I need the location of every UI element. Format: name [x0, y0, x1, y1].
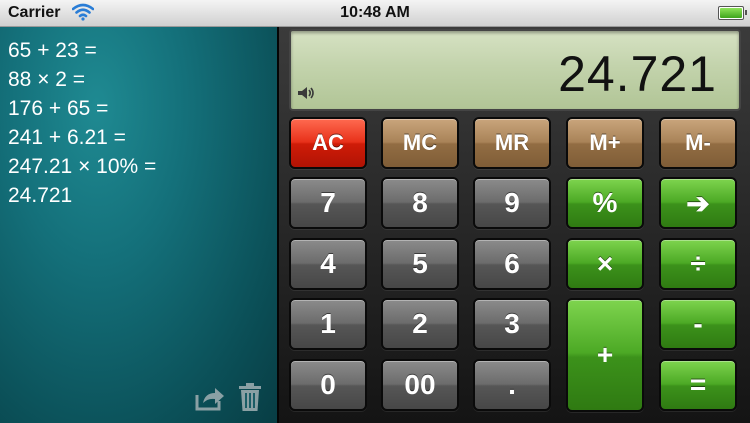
memory-subtract-button[interactable]: M-: [659, 117, 737, 169]
history-line: 65 + 23 =: [8, 39, 97, 62]
memory-clear-button[interactable]: MC: [381, 117, 459, 169]
status-time: 10:48 AM: [340, 4, 410, 21]
digit-3-button[interactable]: 3: [473, 298, 551, 350]
decimal-button[interactable]: .: [473, 359, 551, 411]
digit-7-button[interactable]: 7: [289, 177, 367, 229]
status-bar: Carrier 10:48 AM: [0, 0, 750, 27]
memory-add-button[interactable]: M+: [566, 117, 644, 169]
history-line: 241 + 6.21 =: [8, 126, 126, 149]
speaker-icon[interactable]: [297, 85, 315, 101]
digit-6-button[interactable]: 6: [473, 238, 551, 290]
digit-8-button[interactable]: 8: [381, 177, 459, 229]
trash-icon[interactable]: [238, 382, 262, 412]
memory-recall-button[interactable]: MR: [473, 117, 551, 169]
digit-2-button[interactable]: 2: [381, 298, 459, 350]
history-line: 176 + 65 =: [8, 97, 109, 120]
percent-button[interactable]: %: [566, 177, 644, 229]
history-tape[interactable]: 65 + 23 = 88 × 2 = 176 + 65 = 241 + 6.21…: [0, 27, 279, 423]
minus-button[interactable]: -: [659, 298, 737, 350]
result-display: 24.721: [289, 29, 741, 111]
battery-icon: [718, 6, 747, 20]
backspace-button[interactable]: ➔: [659, 177, 737, 229]
multiply-button[interactable]: ×: [566, 238, 644, 290]
divide-button[interactable]: ÷: [659, 238, 737, 290]
digit-4-button[interactable]: 4: [289, 238, 367, 290]
history-line: 24.721: [8, 184, 73, 207]
history-line: 88 × 2 =: [8, 68, 86, 91]
digit-9-button[interactable]: 9: [473, 177, 551, 229]
double-zero-button[interactable]: 00: [381, 359, 459, 411]
plus-button[interactable]: +: [566, 298, 644, 412]
display-value: 24.721: [558, 46, 717, 102]
history-line: 247.21 × 10% =: [8, 155, 157, 178]
digit-0-button[interactable]: 0: [289, 359, 367, 411]
all-clear-button[interactable]: AC: [289, 117, 367, 169]
digit-5-button[interactable]: 5: [381, 238, 459, 290]
history-list: 65 + 23 = 88 × 2 = 176 + 65 = 241 + 6.21…: [8, 36, 156, 210]
equals-button[interactable]: =: [659, 359, 737, 411]
digit-1-button[interactable]: 1: [289, 298, 367, 350]
share-icon[interactable]: [195, 385, 225, 411]
